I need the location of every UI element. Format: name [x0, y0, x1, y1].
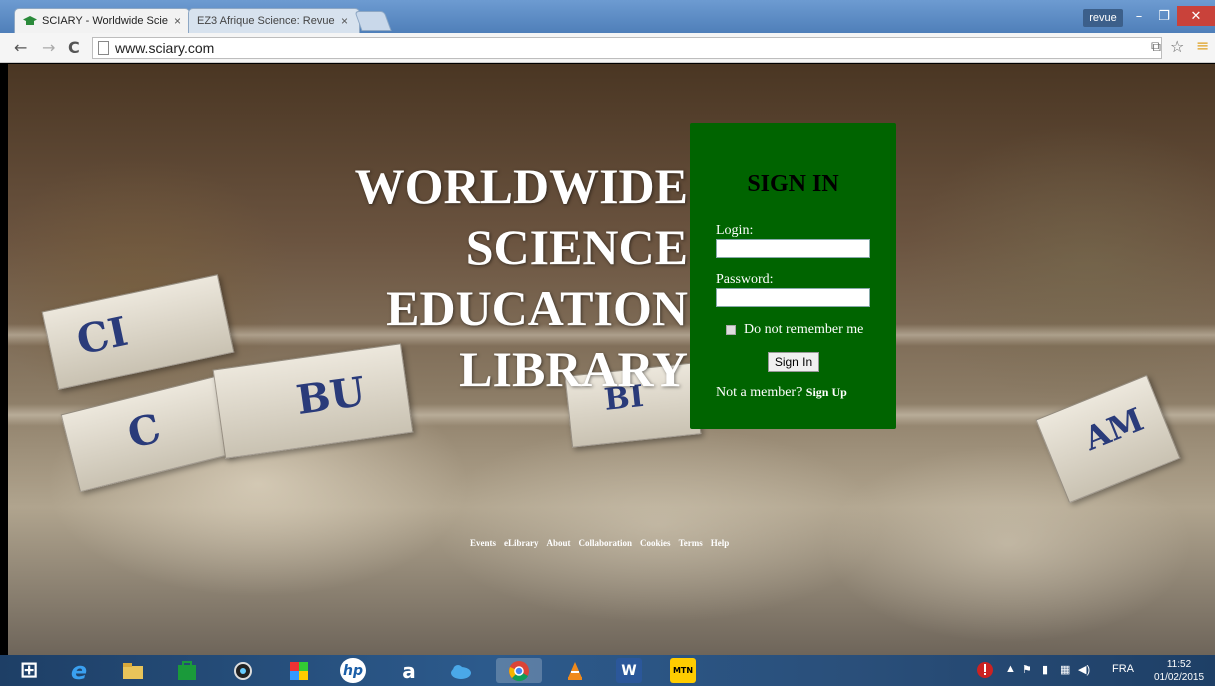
login-input[interactable]	[716, 239, 870, 258]
index-card: CI	[41, 274, 235, 390]
card-label: AM	[1078, 400, 1149, 458]
tab-afrique-science[interactable]: EZ3 Afrique Science: Revue Int ×	[188, 8, 360, 33]
profile-button[interactable]: revue	[1083, 9, 1123, 27]
tab-close-icon[interactable]: ×	[174, 14, 181, 28]
address-bar[interactable]: www.sciary.com	[92, 37, 1162, 59]
windows-taskbar: ⊞ e hp a W MTN ▲ ⚑ ▮ ▦ ◀) FRA 11:52 01/0…	[0, 655, 1215, 686]
footer-link-elibrary[interactable]: eLibrary	[504, 538, 539, 548]
restore-icon[interactable]: ❐	[1150, 6, 1178, 26]
mtn-icon[interactable]: MTN	[670, 658, 696, 683]
remember-label: Do not remember me	[744, 322, 864, 337]
photo-app-icon[interactable]	[286, 658, 312, 683]
remember-row: Do not remember me	[726, 322, 863, 338]
footer-link-events[interactable]: Events	[470, 538, 496, 548]
member-text: Not a member?	[716, 385, 803, 400]
language-indicator[interactable]: FRA	[1112, 663, 1134, 675]
clock-time: 11:52	[1166, 659, 1192, 670]
url-text: www.sciary.com	[115, 40, 215, 56]
page-icon	[98, 41, 109, 55]
amazon-icon[interactable]: a	[396, 658, 422, 683]
tab-label: SCIARY - Worldwide Scien	[42, 15, 168, 27]
network-icon[interactable]: ▦	[1060, 663, 1070, 676]
menu-icon[interactable]: ≡	[1196, 36, 1209, 55]
new-tab-button[interactable]	[354, 11, 392, 31]
headline-line: SCIENCE	[465, 219, 688, 275]
tab-sciary[interactable]: SCIARY - Worldwide Scien ×	[14, 8, 190, 33]
footer-link-about[interactable]: About	[547, 538, 571, 548]
cloud-icon[interactable]	[448, 658, 474, 683]
signin-title: SIGN IN	[747, 171, 839, 197]
word-icon[interactable]: W	[616, 658, 642, 683]
signin-panel: SIGN IN Login: Password: Do not remember…	[690, 123, 896, 429]
index-card: C	[60, 375, 236, 493]
chevron-up-icon[interactable]: ▲	[1005, 663, 1016, 675]
volume-icon[interactable]: ◀)	[1078, 663, 1090, 676]
close-icon[interactable]: ✕	[1177, 6, 1215, 26]
card-label: CI	[72, 307, 132, 365]
windows-start-icon[interactable]: ⊞	[16, 658, 42, 683]
battery-icon[interactable]: ▮	[1042, 663, 1048, 676]
forward-icon[interactable]: →	[42, 38, 55, 57]
login-label: Login:	[716, 223, 754, 238]
password-input[interactable]	[716, 288, 870, 307]
password-label: Password:	[716, 272, 774, 287]
card-label: C	[123, 404, 166, 459]
webcam-icon[interactable]	[230, 658, 256, 683]
store-icon[interactable]	[174, 658, 200, 683]
index-card: AM	[1035, 374, 1181, 504]
flag-icon[interactable]: ⚑	[1022, 663, 1032, 676]
site-headline: WORLDWIDE SCIENCE EDUCATION LIBRARY	[308, 156, 688, 400]
reload-icon[interactable]: C	[68, 38, 80, 57]
footer-link-help[interactable]: Help	[711, 538, 730, 548]
graduation-cap-icon	[23, 15, 37, 27]
browser-toolbar: ← → C www.sciary.com ⧉ ☆ ≡	[0, 33, 1215, 63]
footer-links: Events eLibrary About Collaboration Cook…	[470, 538, 729, 548]
footer-link-terms[interactable]: Terms	[679, 538, 703, 548]
star-icon[interactable]: ☆	[1170, 37, 1184, 56]
remember-checkbox[interactable]	[726, 325, 736, 335]
member-prompt: Not a member? Sign Up	[716, 385, 847, 401]
footer-link-cookies[interactable]: Cookies	[640, 538, 671, 548]
back-icon[interactable]: ←	[14, 38, 27, 57]
library-background: CI C BU BI AM WORLDWIDE SCIENCE EDUCATIO…	[8, 64, 1215, 655]
hp-icon[interactable]: hp	[340, 658, 366, 683]
action-center-icon[interactable]	[975, 660, 995, 683]
footer-link-collaboration[interactable]: Collaboration	[579, 538, 633, 548]
headline-line: LIBRARY	[459, 341, 688, 397]
headline-line: WORLDWIDE	[354, 158, 688, 214]
browser-tab-strip: SCIARY - Worldwide Scien × EZ3 Afrique S…	[0, 0, 1215, 33]
file-explorer-icon[interactable]	[120, 658, 146, 683]
signup-link[interactable]: Sign Up	[806, 385, 847, 399]
translate-icon[interactable]: ⧉	[1151, 39, 1161, 55]
tab-close-icon[interactable]: ×	[341, 14, 348, 28]
chrome-icon[interactable]	[496, 658, 542, 683]
minimize-icon[interactable]: –	[1125, 6, 1153, 26]
tab-label: EZ3 Afrique Science: Revue Int	[197, 15, 335, 27]
vlc-icon[interactable]	[562, 658, 588, 683]
headline-line: EDUCATION	[386, 280, 688, 336]
clock-date: 01/02/2015	[1153, 672, 1205, 683]
system-clock[interactable]: 11:52 01/02/2015	[1150, 658, 1208, 684]
signin-button[interactable]: Sign In	[768, 352, 819, 372]
internet-explorer-icon[interactable]: e	[66, 657, 92, 685]
